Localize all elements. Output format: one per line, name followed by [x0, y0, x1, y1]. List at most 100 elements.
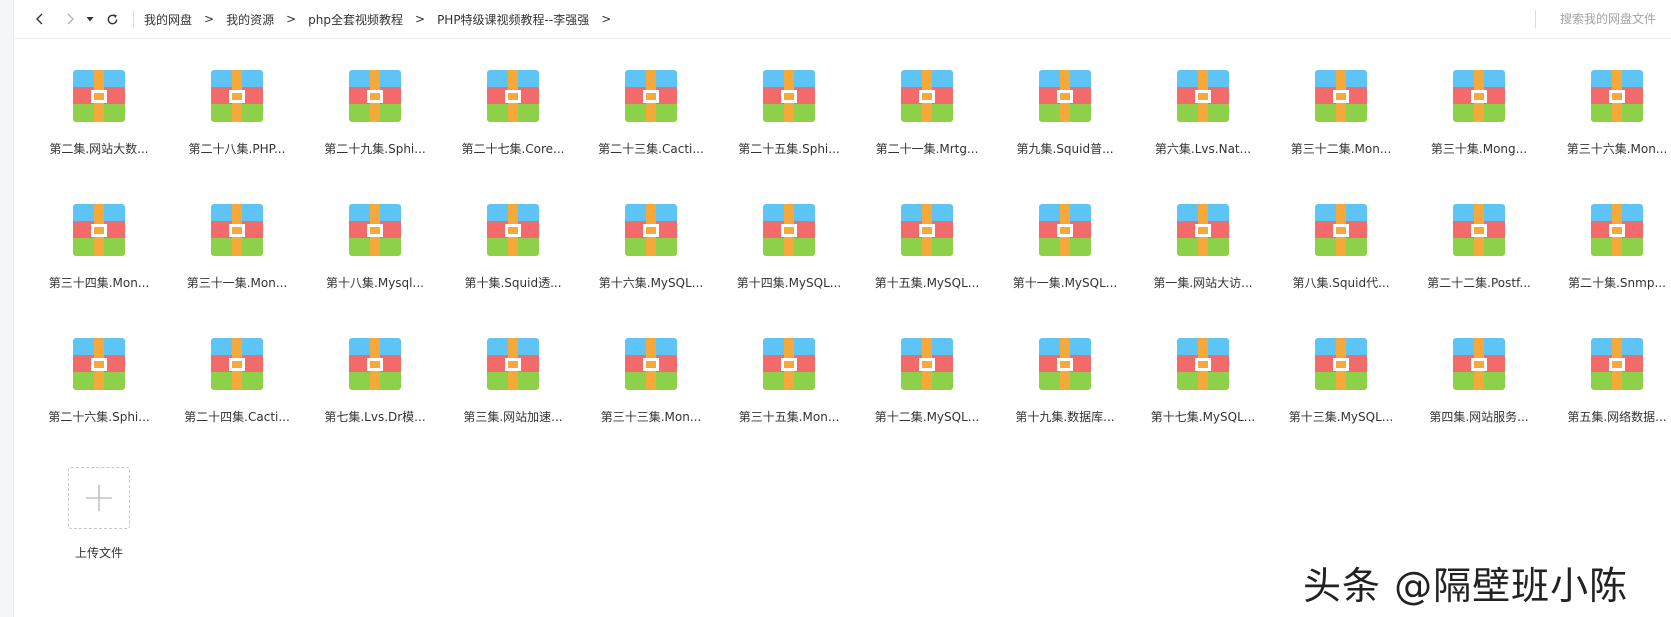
- zip-archive-icon: [1315, 70, 1367, 122]
- file-item[interactable]: 第二十五集.Sphi...: [720, 62, 858, 196]
- file-item[interactable]: 第二十二集.Postf...: [1410, 196, 1548, 330]
- file-name: 第三集.网站加速...: [463, 410, 563, 424]
- file-name: 第三十一集.Mon...: [186, 276, 288, 290]
- back-button[interactable]: [27, 6, 53, 32]
- refresh-button[interactable]: [99, 6, 125, 32]
- zip-archive-icon: [1591, 204, 1643, 256]
- breadcrumb-separator: >: [415, 12, 426, 26]
- file-name: 第十集.Squid透...: [464, 276, 562, 290]
- file-item[interactable]: 第十七集.MySQL...: [1134, 330, 1272, 464]
- file-name: 第二十二集.Postf...: [1427, 276, 1531, 290]
- chevron-right-icon: [67, 13, 74, 25]
- file-name: 第二十一集.Mrtg...: [875, 142, 979, 156]
- nav-buttons: [27, 6, 125, 32]
- file-item[interactable]: 第三十二集.Mon...: [1272, 62, 1410, 196]
- breadcrumb-item-my-netdisk[interactable]: 我的网盘: [144, 11, 192, 28]
- file-item[interactable]: 第三十六集.Mon...: [1548, 62, 1671, 196]
- breadcrumb-item-php-videos[interactable]: php全套视频教程: [308, 11, 403, 28]
- file-name: 第三十四集.Mon...: [48, 276, 150, 290]
- forward-button[interactable]: [57, 6, 83, 32]
- file-name: 第二十四集.Cacti...: [184, 410, 290, 424]
- file-name: 第二十五集.Sphi...: [738, 142, 840, 156]
- search-input[interactable]: [1554, 11, 1658, 27]
- file-name: 第七集.Lvs.Dr模...: [324, 410, 426, 424]
- zip-archive-icon: [1453, 204, 1505, 256]
- file-item[interactable]: 第三十四集.Mon...: [30, 196, 168, 330]
- file-name: 第十二集.MySQL...: [874, 410, 980, 424]
- file-name: 第十三集.MySQL...: [1288, 410, 1394, 424]
- file-item[interactable]: 第十集.Squid透...: [444, 196, 582, 330]
- zip-archive-icon: [211, 338, 263, 390]
- file-item[interactable]: 第十六集.MySQL...: [582, 196, 720, 330]
- zip-archive-icon: [487, 204, 539, 256]
- search-divider: [1535, 10, 1536, 28]
- file-item[interactable]: 第六集.Lvs.Nat...: [1134, 62, 1272, 196]
- toolbar-divider: [133, 10, 134, 28]
- watermark-text: 头条 @隔壁班小陈: [1303, 564, 1629, 608]
- chevron-left-icon: [36, 13, 43, 25]
- file-item[interactable]: 第九集.Squid普...: [996, 62, 1134, 196]
- zip-archive-icon: [73, 70, 125, 122]
- file-item[interactable]: 第五集.网络数据...: [1548, 330, 1671, 464]
- file-item[interactable]: 第二十三集.Cacti...: [582, 62, 720, 196]
- file-name: 第三十集.Mong...: [1430, 142, 1528, 156]
- file-item[interactable]: 第二集.网站大数...: [30, 62, 168, 196]
- breadcrumb-item-current-folder[interactable]: PHP特级课视频教程--李强强: [437, 11, 589, 28]
- file-grid: 第二集.网站大数... 第二十八集.PHP... 第二十九集.Sphi... 第…: [30, 62, 1671, 464]
- file-item[interactable]: 第三十一集.Mon...: [168, 196, 306, 330]
- file-item[interactable]: 第三集.网站加速...: [444, 330, 582, 464]
- file-item[interactable]: 第十九集.数据库...: [996, 330, 1134, 464]
- file-name: 第六集.Lvs.Nat...: [1154, 142, 1252, 156]
- zip-archive-icon: [73, 204, 125, 256]
- file-name: 第二十三集.Cacti...: [598, 142, 704, 156]
- file-name: 第一集.网站大访...: [1153, 276, 1253, 290]
- file-item[interactable]: 第二十四集.Cacti...: [168, 330, 306, 464]
- file-item[interactable]: 第三十三集.Mon...: [582, 330, 720, 464]
- file-name: 第十六集.MySQL...: [598, 276, 704, 290]
- zip-archive-icon: [487, 338, 539, 390]
- zip-archive-icon: [1039, 338, 1091, 390]
- zip-archive-icon: [211, 204, 263, 256]
- zip-archive-icon: [1177, 70, 1229, 122]
- upload-label: 上传文件: [74, 546, 123, 560]
- file-item[interactable]: 第十三集.MySQL...: [1272, 330, 1410, 464]
- file-item[interactable]: 第一集.网站大访...: [1134, 196, 1272, 330]
- file-item[interactable]: 第十二集.MySQL...: [858, 330, 996, 464]
- file-item[interactable]: 第三十五集.Mon...: [720, 330, 858, 464]
- breadcrumb-item-my-resources[interactable]: 我的资源: [226, 11, 274, 28]
- file-item[interactable]: 第二十一集.Mrtg...: [858, 62, 996, 196]
- file-item[interactable]: 第十四集.MySQL...: [720, 196, 858, 330]
- zip-archive-icon: [73, 338, 125, 390]
- file-name: 第二集.网站大数...: [49, 142, 149, 156]
- file-item[interactable]: 第三十集.Mong...: [1410, 62, 1548, 196]
- file-item[interactable]: 第二十九集.Sphi...: [306, 62, 444, 196]
- file-item[interactable]: 第二十八集.PHP...: [168, 62, 306, 196]
- netdisk-window: 我的网盘 > 我的资源 > php全套视频教程 > PHP特级课视频教程--李强…: [0, 0, 1671, 617]
- file-name: 第十一集.MySQL...: [1012, 276, 1118, 290]
- file-name: 第二十九集.Sphi...: [324, 142, 426, 156]
- zip-archive-icon: [625, 338, 677, 390]
- file-item[interactable]: 第十一集.MySQL...: [996, 196, 1134, 330]
- zip-archive-icon: [1315, 338, 1367, 390]
- file-item[interactable]: 第十八集.Mysql...: [306, 196, 444, 330]
- zip-archive-icon: [349, 204, 401, 256]
- file-name: 第二十七集.Core...: [461, 142, 565, 156]
- file-name: 第三十二集.Mon...: [1290, 142, 1392, 156]
- history-dropdown-button[interactable]: [83, 6, 97, 32]
- file-item[interactable]: 第二十六集.Sphi...: [30, 330, 168, 464]
- file-item[interactable]: 第四集.网站服务...: [1410, 330, 1548, 464]
- breadcrumb-separator: >: [601, 12, 612, 26]
- file-name: 第十四集.MySQL...: [736, 276, 842, 290]
- file-name: 第二十集.Snmp...: [1568, 276, 1666, 290]
- upload-box[interactable]: [68, 467, 130, 529]
- file-name: 第八集.Squid代...: [1292, 276, 1390, 290]
- file-name: 第二十六集.Sphi...: [48, 410, 150, 424]
- file-item[interactable]: 第十五集.MySQL...: [858, 196, 996, 330]
- zip-archive-icon: [1453, 70, 1505, 122]
- file-item[interactable]: 第八集.Squid代...: [1272, 196, 1410, 330]
- file-item[interactable]: 第七集.Lvs.Dr模...: [306, 330, 444, 464]
- file-item[interactable]: 第二十集.Snmp...: [1548, 196, 1671, 330]
- zip-archive-icon: [1039, 70, 1091, 122]
- upload-file-button[interactable]: 上传文件: [30, 464, 168, 574]
- file-item[interactable]: 第二十七集.Core...: [444, 62, 582, 196]
